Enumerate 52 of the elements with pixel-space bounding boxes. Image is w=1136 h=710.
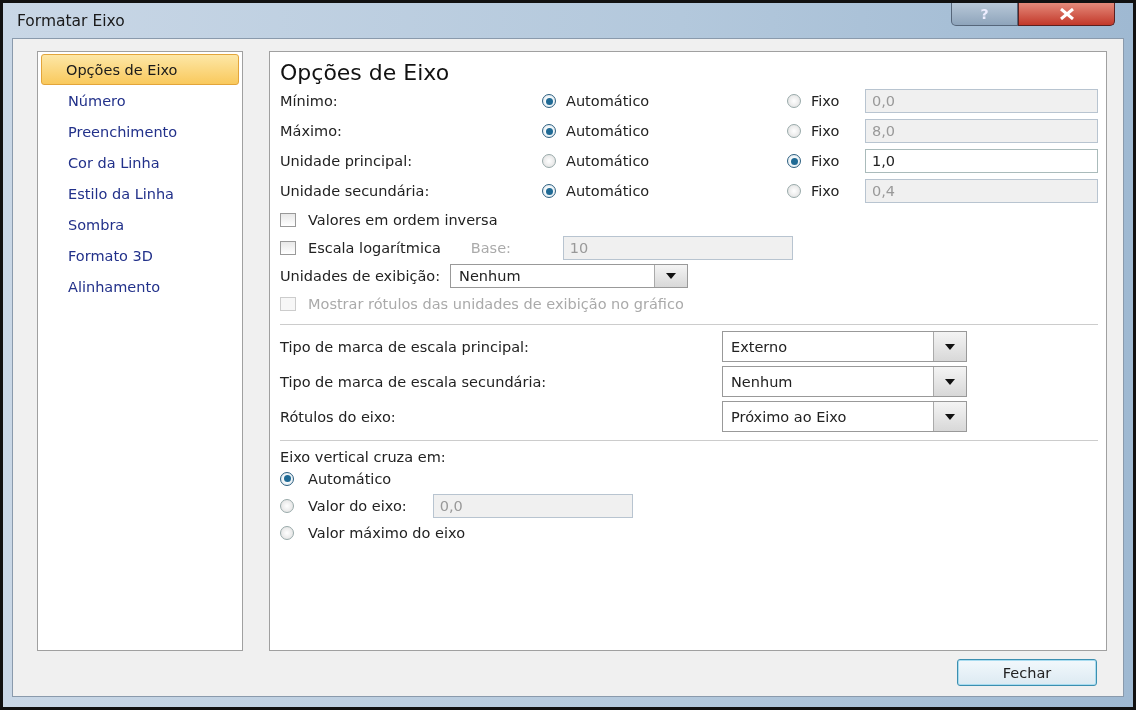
close-dialog-button[interactable]: Fechar [957, 659, 1097, 686]
radio-label: Automático [566, 93, 650, 109]
field-label: Mínimo: [280, 93, 339, 109]
radio-button[interactable] [280, 471, 294, 486]
field-label: Unidade principal: [280, 153, 414, 169]
radio-label: Automático [566, 123, 650, 139]
checkbox-label: Escala logarítmica [308, 240, 441, 256]
field-label: Unidades de exibição: [280, 268, 441, 284]
close-icon [1058, 8, 1075, 20]
field-label: Máximo: [280, 123, 343, 139]
dropdown[interactable]: Nenhum [722, 366, 967, 397]
category-item[interactable]: Cor da Linha [41, 147, 239, 178]
checkbox[interactable] [280, 213, 296, 227]
field-label: Base: [470, 240, 512, 256]
radio-label: Fixo [811, 153, 840, 169]
field-label: Rótulos do eixo: [280, 408, 397, 425]
radio-button[interactable] [787, 154, 801, 168]
radio-label: Fixo [811, 183, 840, 199]
radio-label: Valor máximo do eixo [308, 524, 465, 541]
section-title: Opções de Eixo [280, 60, 451, 86]
dropdown[interactable]: Externo [722, 331, 967, 362]
category-item[interactable]: Alinhamento [41, 271, 239, 302]
radio-label: Automático [308, 470, 392, 487]
category-item[interactable]: Formato 3D [41, 240, 239, 271]
category-item[interactable]: Estilo da Linha [41, 178, 239, 209]
radio-button[interactable] [280, 525, 294, 540]
radio-label: Automático [566, 153, 650, 169]
field-label: Tipo de marca de escala principal: [280, 338, 530, 355]
dropdown-arrow-icon [945, 413, 955, 420]
value-field[interactable]: 1,0 [865, 149, 1098, 173]
radio-label: Valor do eixo: [308, 497, 407, 514]
dropdown[interactable]: Próximo ao Eixo [722, 401, 967, 432]
field-label: Unidade secundária: [280, 183, 431, 199]
checkbox-label: Mostrar rótulos das unidades de exibição no gráfico [308, 296, 684, 312]
radio-label: Fixo [811, 123, 840, 139]
window-title: Formatar Eixo [17, 11, 126, 30]
radio-label: Fixo [811, 93, 840, 109]
field-label: Tipo de marca de escala secundária: [280, 373, 548, 390]
checkbox[interactable] [280, 241, 296, 255]
dropdown-arrow-icon [945, 343, 955, 350]
category-item[interactable]: Preenchimento [41, 116, 239, 147]
close-button[interactable] [1018, 3, 1115, 26]
category-item[interactable]: Sombra [41, 209, 239, 240]
category-item[interactable]: Opções de Eixo [41, 54, 239, 85]
units-dropdown[interactable]: Nenhum [450, 264, 689, 288]
category-item[interactable]: Número [41, 85, 239, 116]
radio-label: Automático [566, 183, 650, 199]
dropdown-arrow-icon [945, 378, 955, 385]
group-label: Eixo vertical cruza em: [280, 449, 447, 465]
radio-button[interactable] [542, 154, 556, 168]
checkbox-label: Valores em ordem inversa [308, 212, 498, 228]
dropdown-arrow-icon [666, 273, 677, 279]
